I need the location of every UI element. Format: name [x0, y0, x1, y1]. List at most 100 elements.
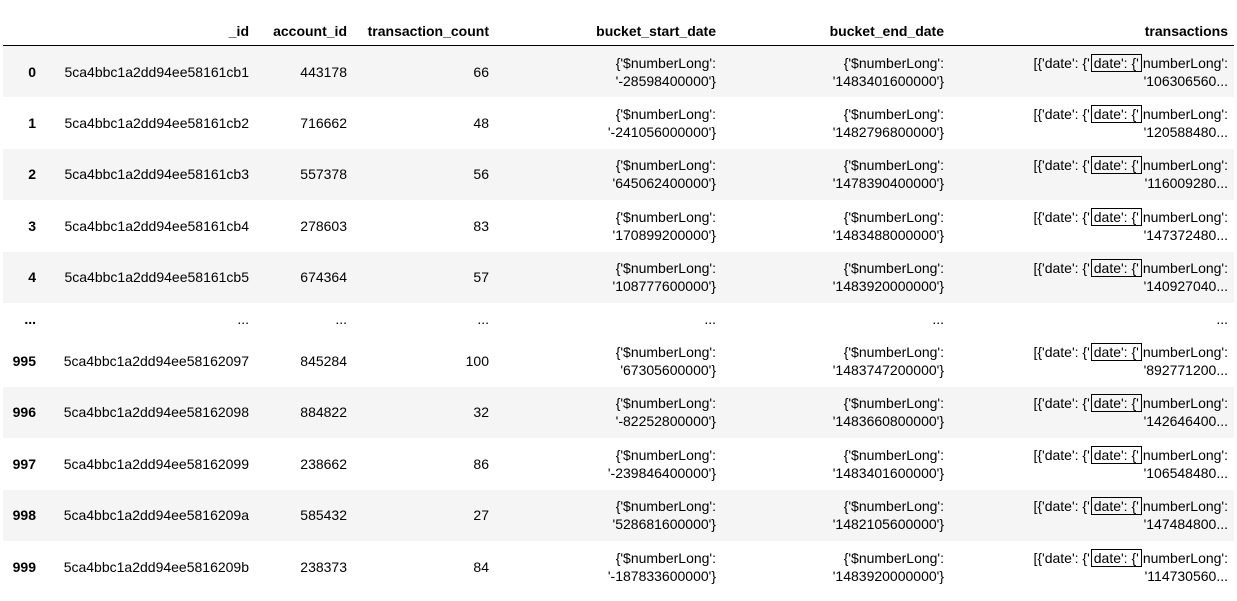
- cell-transactions: [{'date': {' date': {' numberLong': '147372…: [950, 200, 1234, 252]
- cell-bucket-start-date: {'$numberLong': '-28598400000'}: [495, 46, 722, 98]
- ellipsis-row: .....................: [3, 303, 1234, 335]
- tx-math-box: date': {': [1090, 445, 1142, 464]
- tx-suffix: numberLong':: [1142, 208, 1228, 225]
- cell-id: 5ca4bbc1a2dd94ee5816209b: [63, 558, 249, 575]
- tx-math-box: date': {': [1090, 259, 1142, 278]
- ellipsis-cell: ...: [24, 311, 36, 327]
- header-transaction-count: transaction_count: [353, 12, 495, 46]
- tx-line-2: '106306560...: [1143, 72, 1228, 89]
- cell-bucket-start-date: {'$numberLong': '170899200000'}: [495, 200, 722, 252]
- cell-transactions: [{'date': {' date': {' numberLong': '140927…: [950, 252, 1234, 304]
- start-line-2: '-239846400000'}: [607, 464, 716, 481]
- table-row: 998 5ca4bbc1a2dd94ee5816209a 585432 27 {'$nu…: [3, 489, 1234, 542]
- cell-transactions: [{'date': {' date': {' numberLong': '120588…: [950, 97, 1234, 149]
- cell-account-id: 238373: [300, 558, 347, 575]
- cell-bucket-start-date: {'$numberLong': '-82252800000'}: [495, 387, 722, 439]
- cell-transactions: [{'date': {' date': {' numberLong': '116009…: [950, 149, 1234, 201]
- cell-bucket-end-date: {'$numberLong': '1483920000000'}: [722, 252, 950, 304]
- cell-id: 5ca4bbc1a2dd94ee58161cb5: [64, 269, 249, 286]
- cell-transaction-count: 100: [465, 352, 489, 369]
- ellipsis-cell: ...: [704, 311, 716, 327]
- ellipsis-cell: ...: [237, 311, 249, 327]
- start-line-1: {'$numberLong':: [615, 54, 716, 71]
- cell-id: 5ca4bbc1a2dd94ee58162097: [63, 352, 249, 369]
- end-line-1: {'$numberLong':: [843, 157, 944, 174]
- tx-prefix: [{'date': {': [1033, 208, 1090, 225]
- cell-transactions: [{'date': {' date': {' numberLong': '147484…: [950, 490, 1234, 542]
- tx-prefix: [{'date': {': [1033, 549, 1090, 566]
- cell-bucket-end-date: {'$numberLong': '1483747200000'}: [722, 335, 950, 387]
- tx-prefix: [{'date': {': [1033, 105, 1090, 122]
- end-line-2: '1483401600000'}: [832, 72, 944, 89]
- table-row: 997 5ca4bbc1a2dd94ee58162099 238662 86 {'$nu…: [3, 438, 1234, 490]
- cell-bucket-end-date: {'$numberLong': '1482105600000'}: [722, 490, 950, 542]
- end-line-1: {'$numberLong':: [843, 208, 944, 225]
- table-row: 1 5ca4bbc1a2dd94ee58161cb2 716662 48 {'$numb…: [3, 97, 1234, 149]
- end-line-1: {'$numberLong':: [843, 343, 944, 360]
- start-line-2: '-241056000000'}: [607, 123, 716, 140]
- cell-transaction-count: 48: [473, 114, 489, 131]
- row-index: 997: [12, 455, 36, 472]
- cell-account-id: 557378: [300, 166, 347, 183]
- start-line-1: {'$numberLong':: [615, 260, 716, 277]
- end-line-2: '1482105600000'}: [832, 516, 944, 533]
- cell-bucket-end-date: {'$numberLong': '1478390400000'}: [722, 149, 950, 201]
- start-line-1: {'$numberLong':: [615, 446, 716, 463]
- cell-transactions: [{'date': {' date': {' numberLong': '892771…: [950, 335, 1234, 387]
- start-line-2: '528681600000'}: [612, 516, 716, 533]
- cell-bucket-start-date: {'$numberLong': '-187833600000'}: [495, 541, 722, 593]
- table-row: 999 5ca4bbc1a2dd94ee5816209b 238373 84 {'$nu…: [3, 541, 1234, 593]
- row-index: 0: [28, 63, 36, 80]
- tx-prefix: [{'date': {': [1033, 343, 1090, 360]
- cell-id: 5ca4bbc1a2dd94ee58161cb4: [64, 217, 249, 234]
- end-line-1: {'$numberLong':: [843, 260, 944, 277]
- end-line-2: '1483920000000'}: [832, 278, 944, 295]
- start-line-2: '-187833600000'}: [607, 567, 716, 584]
- table-row: 3 5ca4bbc1a2dd94ee58161cb4 278603 83 {'$numb…: [3, 200, 1234, 252]
- tx-prefix: [{'date': {': [1033, 157, 1090, 174]
- cell-account-id: 884822: [300, 404, 347, 421]
- tx-math-box: date': {': [1090, 53, 1142, 72]
- end-line-1: {'$numberLong':: [843, 446, 944, 463]
- row-index: 2: [28, 166, 36, 183]
- tx-suffix: numberLong':: [1142, 105, 1228, 122]
- start-line-1: {'$numberLong':: [615, 498, 716, 515]
- cell-transaction-count: 32: [473, 404, 489, 421]
- end-line-2: '1478390400000'}: [832, 175, 944, 192]
- cell-account-id: 443178: [300, 63, 347, 80]
- end-line-1: {'$numberLong':: [843, 54, 944, 71]
- cell-transaction-count: 84: [473, 558, 489, 575]
- tx-line-2: '142646400...: [1143, 413, 1228, 430]
- cell-id: 5ca4bbc1a2dd94ee58161cb2: [64, 114, 249, 131]
- header-index: [3, 12, 42, 46]
- cell-bucket-start-date: {'$numberLong': '67305600000'}: [495, 335, 722, 387]
- cell-account-id: 278603: [300, 217, 347, 234]
- row-index: 995: [12, 352, 36, 369]
- tx-line-2: '147484800...: [1143, 516, 1228, 533]
- cell-id: 5ca4bbc1a2dd94ee58162098: [63, 404, 249, 421]
- cell-bucket-start-date: {'$numberLong': '645062400000'}: [495, 149, 722, 201]
- start-line-2: '645062400000'}: [612, 175, 716, 192]
- header-bucket-start-date: bucket_start_date: [495, 12, 722, 46]
- tx-line-2: '147372480...: [1143, 226, 1228, 243]
- cell-id: 5ca4bbc1a2dd94ee5816209a: [63, 507, 249, 524]
- cell-account-id: 585432: [300, 507, 347, 524]
- tx-prefix: [{'date': {': [1033, 498, 1090, 515]
- tx-suffix: numberLong':: [1142, 54, 1228, 71]
- cell-id: 5ca4bbc1a2dd94ee58162099: [63, 455, 249, 472]
- start-line-1: {'$numberLong':: [615, 343, 716, 360]
- cell-account-id: 845284: [300, 352, 347, 369]
- table-row: 4 5ca4bbc1a2dd94ee58161cb5 674364 57 {'$numb…: [3, 251, 1234, 304]
- cell-transactions: [{'date': {' date': {' numberLong': '106306…: [950, 46, 1234, 98]
- cell-bucket-start-date: {'$numberLong': '-241056000000'}: [495, 97, 722, 149]
- tx-math-box: date': {': [1090, 394, 1142, 413]
- start-line-1: {'$numberLong':: [615, 157, 716, 174]
- table-row: 2 5ca4bbc1a2dd94ee58161cb3 557378 56 {'$numb…: [3, 148, 1234, 201]
- cell-bucket-end-date: {'$numberLong': '1482796800000'}: [722, 97, 950, 149]
- cell-transaction-count: 83: [473, 217, 489, 234]
- cell-account-id: 674364: [300, 269, 347, 286]
- end-line-2: '1483920000000'}: [832, 567, 944, 584]
- start-line-2: '108777600000'}: [612, 278, 716, 295]
- tx-line-2: '140927040...: [1143, 278, 1228, 295]
- tx-math-box: date': {': [1090, 342, 1142, 361]
